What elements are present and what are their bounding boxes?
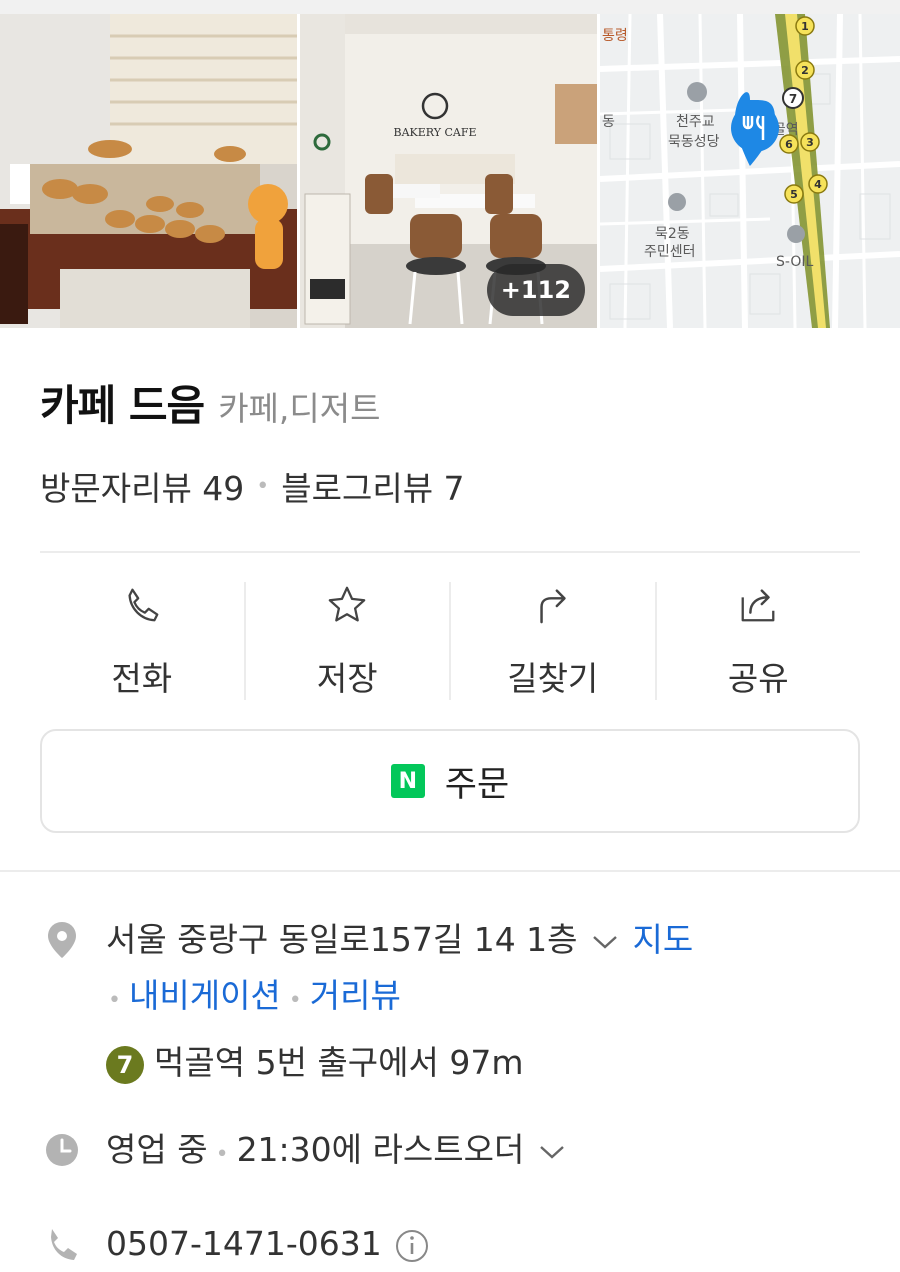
subway-distance-text: 먹골역 5번 출구에서 97m (154, 1043, 524, 1082)
order-label: 주문 (444, 764, 510, 805)
map-label-1: 통령 (602, 28, 628, 44)
navigation-link[interactable]: 내비게이션 (129, 976, 281, 1015)
place-title-row: 카페 드음 카페,디저트 (40, 372, 380, 433)
call-label: 전화 (111, 659, 173, 698)
location-pin-icon (48, 922, 76, 958)
more-photos-badge[interactable]: +112 (486, 264, 585, 316)
star-icon (328, 586, 366, 622)
photo-bakery-display[interactable] (0, 14, 297, 328)
directions-icon (540, 589, 566, 624)
exit-3: 3 (806, 136, 814, 149)
phone-icon (51, 1229, 77, 1260)
visitor-review-count[interactable]: 방문자리뷰 49 (40, 462, 244, 510)
phone-number[interactable]: 0507-1471-0631 (106, 1224, 382, 1263)
hours-row[interactable]: 영업 중 • 21:30에 라스트오더 (44, 1122, 870, 1183)
clock-icon (46, 1134, 78, 1166)
link-separator: • (288, 988, 302, 1013)
section-divider (0, 870, 900, 872)
chevron-down-icon[interactable] (535, 1140, 569, 1164)
blog-review-count[interactable]: 블로그리뷰 7 (281, 462, 464, 510)
subway-line-badge: 7 (106, 1045, 144, 1084)
exit-1: 1 (801, 20, 809, 33)
hours-separator: • (215, 1142, 229, 1167)
call-button[interactable]: 전화 (40, 582, 246, 700)
address-row: 서울 중랑구 동일로157길 14 1층 지도 • 내비게이션 • 거리뷰 7 먹골역 … (44, 912, 870, 1091)
exit-5: 5 (790, 188, 798, 201)
divider (40, 551, 860, 553)
hours-status: 영업 중 (106, 1130, 208, 1169)
share-label: 공유 (727, 659, 789, 698)
map-label-7: 주민센터 (644, 244, 696, 260)
map-label-6: 묵2동 (655, 226, 690, 242)
map-label-2: 천주교 (676, 114, 715, 130)
address-text[interactable]: 서울 중랑구 동일로157길 14 1층 (106, 920, 578, 959)
hours-detail: 21:30에 라스트오더 (236, 1130, 525, 1169)
address-block: 서울 중랑구 동일로157길 14 1층 지도 • 내비게이션 • 거리뷰 7 먹골역 … (106, 912, 693, 1091)
place-name: 카페 드음 (40, 381, 205, 430)
phone-icon (128, 588, 159, 622)
map-line7-badge: 7 (789, 92, 797, 106)
naver-n-icon: N (390, 764, 425, 798)
share-button[interactable]: 공유 (657, 582, 861, 700)
photo-cafe-interior[interactable]: BAKERY CAFE +112 (300, 14, 597, 328)
exit-2: 2 (801, 64, 809, 77)
map-link[interactable]: 지도 (633, 920, 694, 959)
chevron-down-icon[interactable] (588, 930, 622, 954)
directions-button[interactable]: 길찾기 (451, 582, 657, 700)
photo-gallery[interactable]: BAKERY CAFE +112 1 2 3 6 5 4 7 통령 천주교 묵동… (0, 14, 900, 328)
action-bar: 전화 저장 길찾기 공유 (40, 582, 860, 700)
map-label-5: 동 (602, 114, 615, 130)
map-thumbnail[interactable]: 1 2 3 6 5 4 7 통령 천주교 묵동성당 먹골역 동 묵2동 주민센터… (600, 14, 900, 328)
review-separator: • (256, 473, 270, 499)
info-icon[interactable] (392, 1226, 432, 1266)
save-button[interactable]: 저장 (246, 582, 451, 700)
exit-4: 4 (814, 178, 822, 191)
place-category: 카페,디저트 (218, 389, 381, 428)
directions-label: 길찾기 (507, 659, 599, 698)
share-icon (741, 589, 775, 622)
top-status-strip (0, 0, 900, 14)
review-summary: 방문자리뷰 49 • 블로그리뷰 7 (40, 462, 465, 510)
save-label: 저장 (316, 659, 378, 698)
order-button[interactable]: N 주문 (40, 729, 860, 833)
photo-cafe-sign: BAKERY CAFE (394, 126, 477, 139)
street-view-link[interactable]: 거리뷰 (310, 976, 401, 1015)
phone-row[interactable]: 0507-1471-0631 (44, 1216, 870, 1272)
link-separator: • (108, 988, 121, 1013)
map-label-8: S-OIL (776, 254, 813, 270)
map-label-3: 묵동성당 (668, 134, 720, 150)
exit-6: 6 (785, 138, 793, 151)
